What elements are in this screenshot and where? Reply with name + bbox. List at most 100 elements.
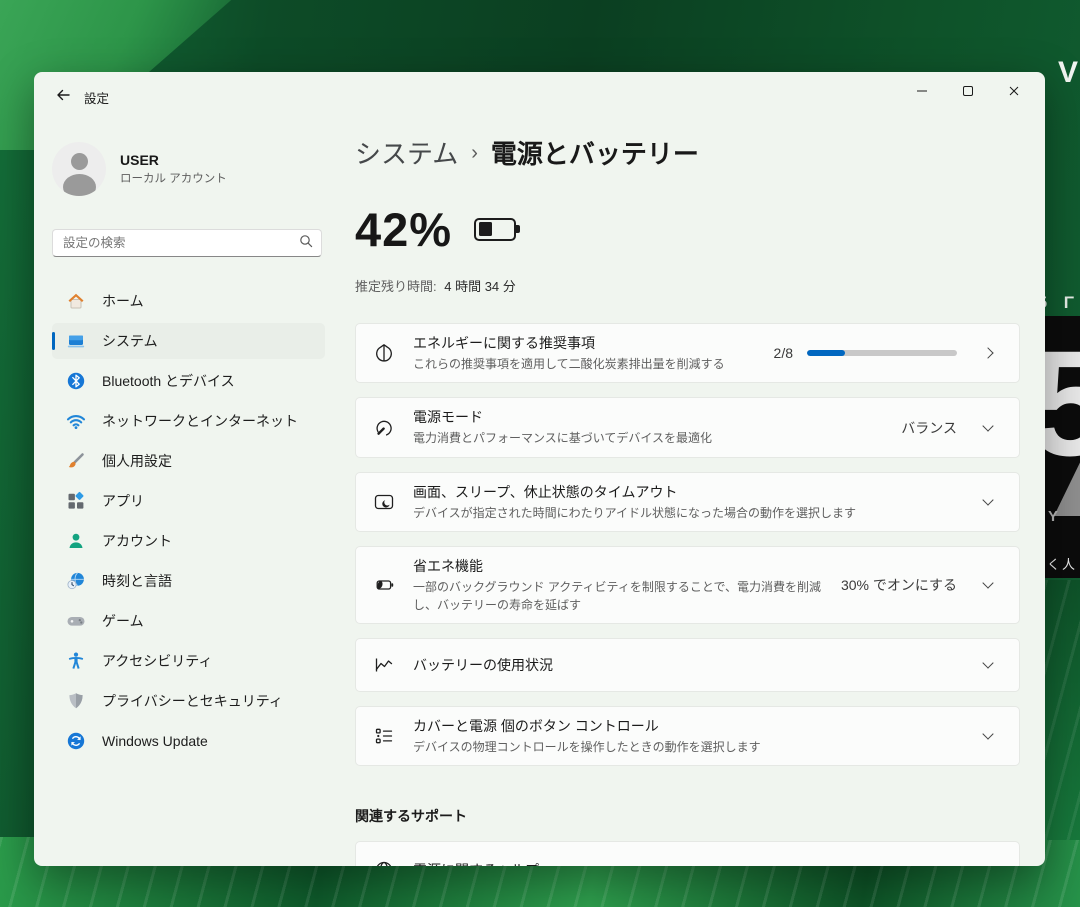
sidebar-item-accounts[interactable]: アカウント (52, 523, 325, 559)
card-title: 画面、スリープ、休止状態のタイムアウト (413, 482, 959, 502)
sidebar-item-home[interactable]: ホーム (52, 283, 325, 319)
clock-globe-icon (66, 571, 86, 591)
settings-window: 設定 USER ローカル アカウント (34, 72, 1045, 866)
close-button[interactable] (991, 72, 1037, 114)
card-subtitle: これらの推奨事項を適用して二酸化炭素排出量を削減する (413, 356, 762, 373)
battery-percent: 42% (355, 202, 452, 257)
screen-sleep-icon (373, 491, 413, 513)
sidebar-item-network-internet[interactable]: ネットワークとインターネット (52, 403, 325, 439)
sidebar-item-apps[interactable]: アプリ (52, 483, 325, 519)
settings-cards: エネルギーに関する推奨事項 これらの推奨事項を適用して二酸化炭素排出量を削減する… (355, 323, 1020, 766)
gauge-icon (373, 417, 413, 439)
gamepad-icon (66, 611, 86, 631)
sidebar-item-label: 個人用設定 (102, 451, 172, 471)
user-account[interactable]: USER ローカル アカウント (52, 142, 325, 196)
chevron-right-icon (971, 349, 1005, 357)
apps-icon (66, 491, 86, 511)
battery-status: 42% (355, 198, 1020, 260)
minimize-icon (916, 84, 928, 102)
progress-bar (807, 350, 957, 356)
energy-saver-value: 30% でオンにする (841, 575, 957, 595)
sidebar-item-label: プライバシーとセキュリティ (102, 691, 283, 711)
related-support-heading: 関連するサポート (355, 806, 1020, 826)
system-icon (66, 331, 86, 351)
sidebar-item-accessibility[interactable]: アクセシビリティ (52, 643, 325, 679)
card-lid-power-button-controls[interactable]: カバーと電源 個のボタン コントロール デバイスの物理コントロールを操作したとき… (355, 706, 1020, 766)
sidebar-item-gaming[interactable]: ゲーム (52, 603, 325, 639)
person-icon (66, 531, 86, 551)
card-energy-saver[interactable]: 省エネ機能 一部のバックグラウンド アクティビティを制限することで、電力消費を削… (355, 546, 1020, 624)
related-support-cards: 電源に関するヘルプ (355, 841, 1020, 866)
card-subtitle: 電力消費とパフォーマンスに基づいてデバイスを最適化 (413, 430, 889, 447)
background-glyph: Y (1048, 508, 1058, 525)
globe-icon (373, 859, 413, 866)
card-subtitle: 一部のバックグラウンド アクティビティを制限することで、電力消費を削減し、バッテ… (413, 579, 829, 614)
battery-icon (474, 218, 516, 241)
sidebar-item-label: 時刻と言語 (102, 571, 172, 591)
background-window-fragment: V (1058, 56, 1078, 90)
back-button[interactable] (48, 84, 78, 110)
avatar (52, 142, 106, 196)
estimate-value: 4 時間 34 分 (444, 279, 516, 294)
bluetooth-icon (66, 371, 86, 391)
sidebar-item-system[interactable]: システム (52, 323, 325, 359)
sidebar-item-label: ホーム (102, 291, 144, 311)
card-battery-usage[interactable]: バッテリーの使用状況 (355, 638, 1020, 692)
main-content: システム › 電源とバッテリー 42% 推定残り時間: 4 時間 34 分 (355, 122, 1045, 866)
sidebar-item-personalization[interactable]: 個人用設定 (52, 443, 325, 479)
chevron-down-icon (971, 500, 1005, 504)
chart-icon (373, 654, 413, 676)
sidebar-item-label: システム (102, 331, 158, 351)
titlebar: 設定 (34, 72, 1045, 122)
card-energy-recommendations[interactable]: エネルギーに関する推奨事項 これらの推奨事項を適用して二酸化炭素排出量を削減する… (355, 323, 1020, 383)
card-screen-sleep-timeouts[interactable]: 画面、スリープ、休止状態のタイムアウト デバイスが指定された時間にわたりアイドル… (355, 472, 1020, 532)
selected-indicator (52, 332, 55, 350)
sidebar-item-label: Windows Update (102, 733, 208, 749)
close-icon (1008, 84, 1020, 102)
card-power-help[interactable]: 電源に関するヘルプ (355, 841, 1020, 866)
sidebar-item-label: ネットワークとインターネット (102, 411, 298, 431)
recommendations-count: 2/8 (774, 345, 793, 361)
minimize-button[interactable] (899, 72, 945, 114)
card-title: 省エネ機能 (413, 556, 829, 576)
sidebar-item-time-language[interactable]: 時刻と言語 (52, 563, 325, 599)
list-controls-icon (373, 725, 413, 747)
paintbrush-icon (66, 451, 86, 471)
maximize-button[interactable] (945, 72, 991, 114)
battery-saver-icon (373, 574, 413, 596)
sidebar: USER ローカル アカウント ホーム (34, 122, 355, 866)
sidebar-item-label: Bluetooth とデバイス (102, 371, 235, 391)
card-title: バッテリーの使用状況 (413, 655, 959, 675)
background-window: 5 Y く人 (1045, 316, 1080, 578)
search-box[interactable] (52, 229, 322, 257)
breadcrumb-system[interactable]: システム (355, 134, 458, 171)
sidebar-item-windows-update[interactable]: Windows Update (52, 723, 325, 759)
search-input[interactable] (63, 236, 299, 250)
wallpaper-right-streaks (1045, 580, 1080, 840)
home-icon (66, 291, 86, 311)
breadcrumb: システム › 電源とバッテリー (355, 134, 1020, 170)
wifi-icon (66, 411, 86, 431)
card-title: カバーと電源 個のボタン コントロール (413, 716, 959, 736)
chevron-down-icon (971, 663, 1005, 667)
chevron-down-icon (971, 426, 1005, 430)
card-title: 電源モード (413, 407, 889, 427)
sidebar-nav: ホーム システム Bluetooth とデバイス (52, 283, 325, 759)
background-text: く人 (1047, 554, 1077, 573)
sidebar-item-label: アクセシビリティ (102, 651, 212, 671)
card-power-mode[interactable]: 電源モード 電力消費とパフォーマンスに基づいてデバイスを最適化 バランス (355, 397, 1020, 457)
battery-estimate: 推定残り時間: 4 時間 34 分 (355, 276, 1020, 295)
page-title: 電源とバッテリー (491, 134, 699, 171)
back-arrow-icon (55, 87, 71, 108)
accessibility-icon (66, 651, 86, 671)
card-subtitle: デバイスが指定された時間にわたりアイドル状態になった場合の動作を選択します (413, 505, 959, 522)
chevron-up-icon (971, 864, 1005, 866)
shield-icon (66, 691, 86, 711)
sidebar-item-privacy-security[interactable]: プライバシーとセキュリティ (52, 683, 325, 719)
breadcrumb-separator-icon: › (471, 140, 478, 165)
search-icon (299, 234, 313, 253)
card-title: 電源に関するヘルプ (413, 860, 959, 866)
update-icon (66, 731, 86, 751)
sidebar-item-bluetooth-devices[interactable]: Bluetooth とデバイス (52, 363, 325, 399)
user-account-type: ローカル アカウント (120, 170, 227, 186)
